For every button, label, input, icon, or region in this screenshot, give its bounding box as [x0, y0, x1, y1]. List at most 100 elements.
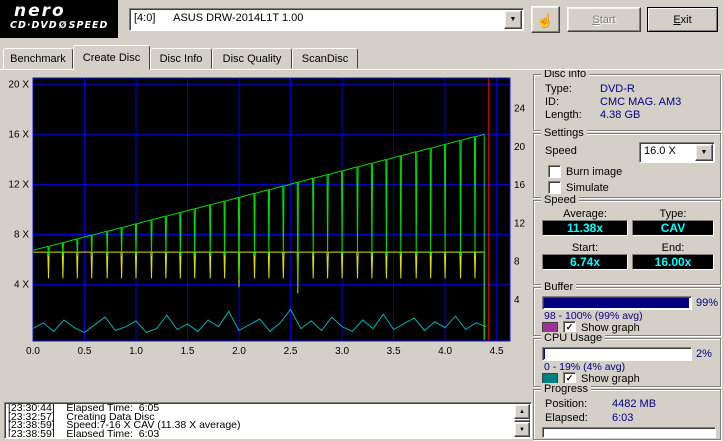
disc-id-row: ID: CMC MAG. AM3 — [534, 96, 720, 108]
options-button[interactable]: ☝ — [531, 6, 560, 33]
tab-benchmark[interactable]: Benchmark — [3, 48, 73, 69]
start-rest: tart — [600, 14, 616, 26]
cpu-bar-fill — [544, 349, 545, 359]
svg-text:1.0: 1.0 — [129, 346, 143, 357]
event-log-lines: [23:30:44] Elapsed Time: 6:05 [23:32:57]… — [8, 404, 513, 437]
average-speed-display: 11.38x — [542, 220, 628, 236]
disc-id-value: CMC MAG. AM3 — [600, 96, 681, 108]
elapsed-row: Elapsed: 6:03 — [534, 412, 720, 424]
disc-length-value: 4.38 GB — [600, 109, 640, 121]
log-scrollbar[interactable]: ▲ ▼ — [514, 404, 530, 437]
svg-text:4 X: 4 X — [14, 280, 29, 291]
exit-button-label: Exit — [673, 14, 691, 26]
nero-logo-subtext: CD·DVDØSPEED — [0, 20, 118, 32]
svg-text:3.0: 3.0 — [335, 346, 349, 357]
burn-image-checkbox[interactable] — [548, 165, 561, 178]
disc-length-row: Length: 4.38 GB — [534, 109, 720, 121]
end-speed-display: 16.00x — [632, 254, 714, 270]
disc-type-label: Type: — [545, 83, 572, 95]
exit-rest: xit — [681, 14, 692, 26]
cpu-percent: 2% — [696, 348, 712, 360]
svg-text:12: 12 — [514, 218, 526, 229]
start-speed-label: Start: — [542, 242, 628, 254]
speed-chart: 4 X8 X12 X16 X20 X48121620240.00.51.01.5… — [4, 72, 528, 368]
svg-text:0.0: 0.0 — [26, 346, 40, 357]
scroll-down-button[interactable]: ▼ — [514, 422, 530, 437]
hand-icon: ☝ — [537, 13, 554, 27]
disc-length-label: Length: — [545, 109, 582, 121]
tab-benchmark-label: Benchmark — [10, 53, 66, 65]
elapsed-label: Elapsed: — [545, 412, 588, 424]
disc-icon: Ø — [58, 20, 69, 31]
svg-text:2.5: 2.5 — [284, 346, 298, 357]
elapsed-value: 6:03 — [612, 412, 633, 424]
progress-title: Progress — [541, 383, 591, 395]
tab-disc-info[interactable]: Disc Info — [150, 48, 212, 69]
log-line: [23:38:59] Elapsed Time: 6:03 — [8, 430, 513, 437]
end-speed-label: End: — [632, 242, 714, 254]
simulate-option[interactable]: Simulate — [548, 181, 609, 194]
tab-scandisc-label: ScanDisc — [302, 53, 348, 65]
simulate-checkbox[interactable] — [548, 181, 561, 194]
drive-select-combo[interactable]: [4:0] ASUS DRW-2014L1T 1.00 ▼ — [129, 8, 524, 31]
buffer-level-bar — [542, 296, 692, 310]
logo-speed-text: SPEED — [69, 20, 109, 31]
arrow-down-icon: ▼ — [519, 427, 525, 433]
svg-text:1.5: 1.5 — [181, 346, 195, 357]
svg-text:4: 4 — [514, 295, 520, 306]
svg-text:16: 16 — [514, 180, 526, 191]
disc-type-row: Type: DVD-R — [534, 83, 720, 95]
chevron-down-icon: ▼ — [701, 149, 708, 156]
svg-text:20: 20 — [514, 142, 526, 153]
disc-id-label: ID: — [545, 96, 559, 108]
exit-accel: E — [673, 14, 680, 26]
cpu-group: CPU Usage 2% 0 - 19% (4% avg) ✓ Show gra… — [533, 338, 721, 387]
position-row: Position: 4482 MB — [534, 398, 720, 410]
tab-create-disc[interactable]: Create Disc — [73, 45, 150, 70]
cpu-title: CPU Usage — [541, 332, 605, 344]
svg-text:8: 8 — [514, 257, 520, 268]
disc-info-group: Disc info Type: DVD-R ID: CMC MAG. AM3 L… — [533, 74, 721, 131]
chevron-down-icon: ▼ — [510, 16, 517, 23]
buffer-group: Buffer 99% 98 - 100% (99% avg) ✓ Show gr… — [533, 287, 721, 336]
drive-select-value: [4:0] ASUS DRW-2014L1T 1.00 — [134, 12, 303, 24]
buffer-bar-fill — [544, 298, 689, 308]
svg-text:4.0: 4.0 — [438, 346, 452, 357]
speed-combo[interactable]: 16.0 X ▼ — [639, 142, 715, 163]
scroll-up-button[interactable]: ▲ — [514, 404, 530, 419]
exit-button[interactable]: Exit — [647, 7, 718, 32]
position-label: Position: — [545, 398, 587, 410]
speed-combo-arrow-button[interactable]: ▼ — [695, 144, 713, 161]
svg-text:8 X: 8 X — [14, 230, 29, 241]
arrow-up-icon: ▲ — [519, 409, 525, 415]
settings-group: Settings Speed 16.0 X ▼ Burn image Simul… — [533, 133, 721, 198]
speed-title: Speed — [541, 194, 579, 206]
simulate-label: Simulate — [566, 182, 609, 194]
drive-combo-arrow-button[interactable]: ▼ — [504, 10, 522, 29]
start-button[interactable]: Start — [567, 7, 641, 32]
burn-image-label: Burn image — [566, 166, 622, 178]
disc-type-value: DVD-R — [600, 83, 635, 95]
speed-combo-value: 16.0 X — [644, 145, 676, 157]
burn-image-option[interactable]: Burn image — [548, 165, 622, 178]
svg-text:12 X: 12 X — [8, 179, 29, 190]
svg-text:3.5: 3.5 — [387, 346, 401, 357]
tab-disc-quality-label: Disc Quality — [223, 53, 282, 65]
settings-title: Settings — [541, 127, 587, 139]
tab-scandisc[interactable]: ScanDisc — [292, 48, 358, 69]
nero-logo-text: nero — [0, 2, 118, 20]
svg-text:16 X: 16 X — [8, 129, 29, 140]
buffer-title: Buffer — [541, 281, 576, 293]
chart-canvas: 4 X8 X12 X16 X20 X48121620240.00.51.01.5… — [4, 72, 528, 368]
speed-group: Speed Average: Type: 11.38x CAV Start: E… — [533, 200, 721, 285]
svg-text:2.0: 2.0 — [232, 346, 246, 357]
speed-setting-label: Speed — [545, 145, 577, 157]
progress-group: Progress Position: 4482 MB Elapsed: 6:03 — [533, 389, 721, 440]
tab-create-disc-label: Create Disc — [83, 52, 140, 64]
start-accel: S — [592, 14, 599, 26]
nero-logo: nero CD·DVDØSPEED — [0, 0, 118, 38]
tab-disc-info-label: Disc Info — [160, 53, 203, 65]
tab-disc-quality[interactable]: Disc Quality — [212, 48, 292, 69]
event-log[interactable]: [23:30:44] Elapsed Time: 6:05 [23:32:57]… — [4, 402, 532, 439]
type-label: Type: — [632, 208, 714, 220]
